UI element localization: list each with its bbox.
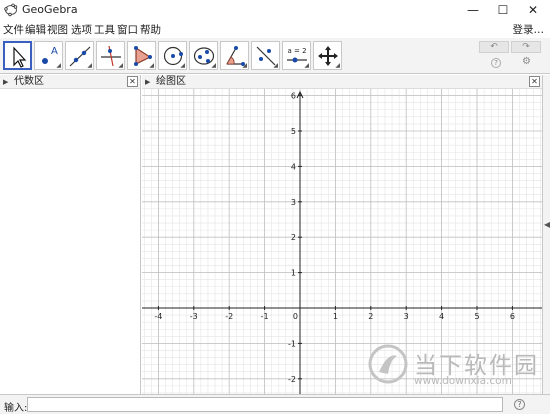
tool-angle[interactable]: ◢: [220, 41, 249, 70]
input-bar: 输入: ?: [0, 394, 550, 414]
geogebra-logo-icon: [4, 3, 18, 17]
tool-menu-arrow-icon: ◢: [273, 62, 278, 69]
tool-slider[interactable]: a = 2 ◢: [282, 41, 311, 70]
menu-options[interactable]: 选项: [71, 22, 92, 37]
x-tick-label: 1: [333, 312, 338, 321]
tool-move-view[interactable]: ◢: [313, 41, 342, 70]
tool-point[interactable]: A ◢: [34, 41, 63, 70]
y-tick-label: 2: [291, 233, 296, 242]
graphics-view-header: ▶ 绘图区 ✕: [142, 75, 542, 89]
watermark-logo-icon: [368, 344, 408, 384]
x-tick-label: -4: [154, 312, 162, 321]
undo-icon: ↶: [490, 42, 498, 52]
input-help-icon[interactable]: ?: [514, 399, 525, 410]
title-bar: GeoGebra — ☐ ✕: [0, 0, 550, 20]
close-graphics-view-icon[interactable]: ✕: [529, 76, 540, 87]
y-tick-label: 6: [291, 92, 296, 101]
tool-menu-arrow-icon: ◢: [118, 62, 123, 69]
tool-circle[interactable]: ◢: [158, 41, 187, 70]
expand-arrow-icon[interactable]: ▶: [3, 75, 8, 89]
redo-button[interactable]: ↷: [511, 41, 541, 53]
input-label: 输入:: [4, 403, 28, 414]
tool-polygon[interactable]: ◢: [127, 41, 156, 70]
close-window-button[interactable]: ✕: [518, 0, 548, 20]
tool-menu-arrow-icon: ◢: [56, 62, 61, 69]
menu-window[interactable]: 窗口: [117, 22, 138, 37]
expand-arrow-icon[interactable]: ▶: [145, 75, 150, 89]
y-tick-label: 3: [291, 198, 296, 207]
tool-menu-arrow-icon: ◢: [335, 62, 340, 69]
toolbar: A ◢ ◢ ◢ ◢ ◢ ◢ ◢ ◢ a = 2 ◢ ◢ ↶ ↷ ? ⚙: [0, 38, 550, 74]
menu-help[interactable]: 帮助: [140, 22, 161, 37]
tool-menu-arrow-icon: ◢: [304, 62, 309, 69]
graphics-view-title: 绘图区: [156, 76, 186, 87]
redo-icon: ↷: [522, 42, 530, 52]
tool-menu-arrow-icon: ◢: [180, 62, 185, 69]
y-tick-label: -2: [288, 375, 296, 384]
minimize-icon: —: [467, 3, 479, 17]
menu-view[interactable]: 视图: [47, 22, 68, 37]
tool-perpendicular[interactable]: ◢: [96, 41, 125, 70]
x-tick-label: 2: [368, 312, 373, 321]
x-tick-label: 5: [474, 312, 479, 321]
maximize-icon: ☐: [497, 3, 509, 17]
x-tick-label: -1: [261, 312, 269, 321]
menu-bar: 文件 编辑 视图 选项 工具 窗口 帮助 登录…: [0, 20, 550, 38]
minimize-button[interactable]: —: [458, 0, 488, 20]
algebra-view-title: 代数区: [14, 76, 44, 87]
help-icon[interactable]: ?: [491, 58, 501, 68]
close-algebra-view-icon[interactable]: ✕: [127, 76, 138, 87]
watermark: 当下软件园 www.downxia.com: [362, 342, 550, 394]
tool-move[interactable]: [3, 41, 32, 70]
y-tick-label: 4: [291, 162, 296, 171]
tool-menu-arrow-icon: ◢: [149, 62, 154, 69]
menu-file[interactable]: 文件: [3, 22, 24, 37]
maximize-button[interactable]: ☐: [488, 0, 518, 20]
login-link[interactable]: 登录…: [513, 22, 545, 37]
menu-tools[interactable]: 工具: [94, 22, 115, 37]
x-tick-label: 3: [404, 312, 409, 321]
input-field[interactable]: [27, 397, 503, 412]
slider-label: a = 2: [287, 47, 306, 55]
tool-menu-arrow-icon: ◢: [211, 62, 216, 69]
window-title: GeoGebra: [22, 3, 78, 16]
x-tick-label: 6: [510, 312, 515, 321]
move-arrow-icon: [13, 46, 27, 68]
x-tick-label: -2: [225, 312, 233, 321]
algebra-view-header: ▶ 代数区 ✕: [0, 75, 140, 89]
algebra-view[interactable]: ▶ 代数区 ✕: [0, 75, 141, 394]
tool-ellipse[interactable]: ◢: [189, 41, 218, 70]
x-tick-label: 4: [439, 312, 444, 321]
tool-menu-arrow-icon: ◢: [242, 62, 247, 69]
settings-icon[interactable]: ⚙: [522, 56, 531, 67]
y-tick-label: 5: [291, 127, 296, 136]
y-tick-label: 1: [291, 269, 296, 278]
close-icon: ✕: [527, 3, 539, 17]
chevron-left-icon: ◀: [544, 220, 550, 229]
point-label: A: [51, 46, 58, 57]
menu-edit[interactable]: 编辑: [25, 22, 46, 37]
tool-line[interactable]: ◢: [65, 41, 94, 70]
undo-button[interactable]: ↶: [479, 41, 509, 53]
watermark-url: www.downxia.com: [414, 375, 512, 387]
tool-reflect[interactable]: ◢: [251, 41, 280, 70]
x-tick-label: 0: [293, 312, 298, 321]
tool-menu-arrow-icon: ◢: [87, 62, 92, 69]
y-tick-label: -1: [288, 339, 296, 348]
x-tick-label: -3: [190, 312, 198, 321]
